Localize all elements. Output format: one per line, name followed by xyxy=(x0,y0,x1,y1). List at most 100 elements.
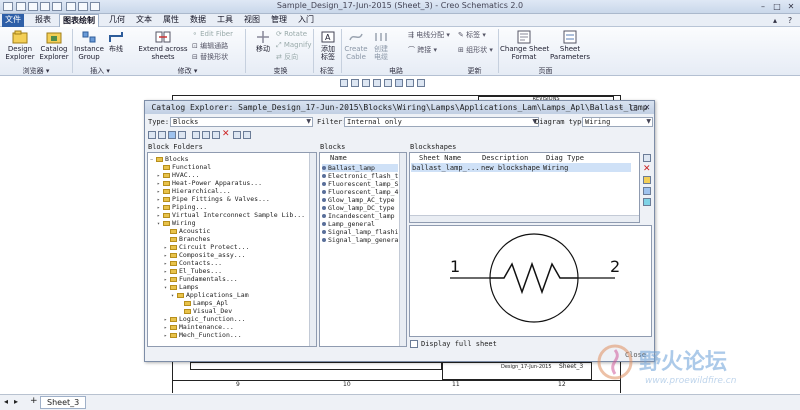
help-icon[interactable]: ? xyxy=(783,15,797,26)
edit-blockshape-icon[interactable] xyxy=(643,187,651,195)
export-icon[interactable] xyxy=(243,131,251,139)
open-blockshape-icon[interactable] xyxy=(643,176,651,184)
new-folder-icon[interactable] xyxy=(148,131,156,139)
close-window-button[interactable]: ✕ xyxy=(784,1,798,12)
maximize-button[interactable]: □ xyxy=(770,1,784,12)
tab-geometry[interactable]: 几何 xyxy=(106,14,128,27)
dialog-minimize-button[interactable]: – xyxy=(614,102,628,113)
block-item[interactable]: Fluorescent_lamp_4 xyxy=(322,188,398,196)
delete-blockshape-icon[interactable]: ✕ xyxy=(643,164,651,174)
sheet-parameters-button[interactable]: Sheet Parameters xyxy=(550,30,590,61)
pan-icon[interactable] xyxy=(406,79,414,87)
block-item[interactable]: Signal_lamp_flashi xyxy=(322,228,398,236)
edit-fiber-button[interactable]: ⚬ Edit Fiber xyxy=(192,30,233,38)
block-item[interactable]: Glow_lamp_AC_type xyxy=(322,196,395,204)
block-item[interactable]: Electronic_flash_t xyxy=(322,172,398,180)
block-item[interactable]: Ballast_lamp xyxy=(322,164,398,172)
block-item[interactable]: Incandescent_lamp xyxy=(322,212,395,220)
rename-icon[interactable] xyxy=(158,131,166,139)
block-item[interactable]: Signal_lamp_genera xyxy=(322,236,398,244)
jump-button[interactable]: ⌒ 跨接 ▾ xyxy=(408,45,437,55)
refit-icon[interactable] xyxy=(362,79,370,87)
tab-text[interactable]: 文本 xyxy=(133,14,155,27)
tab-properties[interactable]: 属性 xyxy=(160,14,182,27)
block-item[interactable]: Lamp_general xyxy=(322,220,375,228)
change-sheet-format-button[interactable]: Change Sheet Format xyxy=(500,30,549,61)
magnify-button[interactable]: ⤢ Magnify xyxy=(276,41,311,50)
blockshape-row[interactable]: ballast_lamp_... new blockshape Wiring xyxy=(411,163,631,172)
dialog-close-button[interactable]: ✕ xyxy=(640,102,654,113)
blockshapes-table[interactable]: Sheet Name Description Diag Type ballast… xyxy=(409,152,640,223)
replace-shape-button[interactable]: ⊟ 替换形状 xyxy=(192,52,228,62)
prev-sheet-button[interactable]: ◂ xyxy=(4,397,8,406)
block-item[interactable]: Fluorescent_lamp_S xyxy=(322,180,398,188)
sheet-tab[interactable]: Sheet_3 xyxy=(40,396,87,409)
rotate-button[interactable]: ⟳ Rotate xyxy=(276,30,307,38)
group-modify-label[interactable]: 修改 ▾ xyxy=(130,66,245,76)
refresh-icon[interactable] xyxy=(178,131,186,139)
folder-label: El_Tubes... xyxy=(179,267,223,275)
folder-item[interactable]: Visual_Dev xyxy=(178,307,232,315)
block-folders-tree[interactable]: − Blocks Functional ▸ HVAC... ▸ Heat-Power App… xyxy=(147,152,317,347)
zoom-window-icon[interactable] xyxy=(384,79,392,87)
folder-item[interactable]: Lamps_Apl xyxy=(178,299,228,307)
tab-tools[interactable]: 工具 xyxy=(214,14,236,27)
filter-select[interactable]: Internal only ▼ xyxy=(344,117,539,127)
paste-icon[interactable] xyxy=(212,131,220,139)
edit-path-button[interactable]: ⊡ 编辑通路 xyxy=(192,41,228,51)
tube-shape-button[interactable]: ⊞ 组形状 ▾ xyxy=(458,45,493,55)
create-conductor-button[interactable]: 创建 电缆 xyxy=(370,30,392,61)
grid-icon[interactable] xyxy=(417,79,425,87)
select-icon[interactable] xyxy=(395,79,403,87)
tab-getting-started[interactable]: 入门 xyxy=(295,14,317,27)
tab-view[interactable]: 视图 xyxy=(241,14,263,27)
folder-item[interactable]: Branches xyxy=(164,235,210,243)
tab-diagram[interactable]: 图表绘制 xyxy=(59,14,99,27)
catalog-explorer-button[interactable]: Catalog Explorer xyxy=(38,30,70,61)
extend-across-sheets-button[interactable]: Extend across sheets xyxy=(136,30,190,61)
block-item[interactable]: Glow_lamp_DC_type xyxy=(322,204,395,212)
folder-item[interactable]: Functional xyxy=(157,163,211,171)
delete-icon[interactable]: ✕ xyxy=(222,129,230,139)
diagram-type-select[interactable]: Wiring ▼ xyxy=(582,117,653,127)
edit-icon[interactable] xyxy=(233,131,241,139)
tab-reports[interactable]: 报表 xyxy=(32,14,54,27)
reverse-button[interactable]: ⇄ 反向 xyxy=(276,52,298,62)
move-button[interactable]: 移动 xyxy=(253,30,273,53)
group-browser-label[interactable]: 浏览器 ▾ xyxy=(0,66,72,76)
tab-file[interactable]: 文件 xyxy=(2,14,24,27)
minimize-button[interactable]: – xyxy=(756,1,770,12)
blocks-list[interactable]: Name Ballast_lamp Electronic_flash_t Fluor… xyxy=(319,152,407,347)
add-sheet-button[interactable]: + xyxy=(30,396,38,406)
type-select[interactable]: Blocks ▼ xyxy=(170,117,313,127)
folder-item[interactable]: Acoustic xyxy=(164,227,210,235)
next-sheet-button[interactable]: ▸ xyxy=(14,397,18,406)
repaint-icon[interactable] xyxy=(373,79,381,87)
wire-distribution-button[interactable]: ⇶ 电线分配 ▾ xyxy=(408,30,450,40)
design-explorer-button[interactable]: Design Explorer xyxy=(2,30,38,61)
folder-icon xyxy=(170,284,177,290)
tab-manage[interactable]: 管理 xyxy=(268,14,290,27)
copy-icon[interactable] xyxy=(202,131,210,139)
display-full-sheet-checkbox[interactable] xyxy=(410,340,418,348)
tab-data[interactable]: 数据 xyxy=(187,14,209,27)
line-button[interactable]: 布线 xyxy=(105,30,127,53)
filter-label: Filter: xyxy=(317,118,347,126)
zoom-out-icon[interactable] xyxy=(351,79,359,87)
folders-scrollbar[interactable] xyxy=(309,153,316,346)
blocks-scrollbar[interactable] xyxy=(399,153,406,346)
collapse-ribbon-icon[interactable]: ▴ xyxy=(768,15,782,26)
group-insert-label[interactable]: 插入 ▾ xyxy=(72,66,128,76)
tag-button[interactable]: ✎ 标签 ▾ xyxy=(458,30,486,40)
properties-icon[interactable] xyxy=(168,131,176,139)
create-cable-button[interactable]: Create Cable xyxy=(343,30,369,61)
instance-group-button[interactable]: Instance Group xyxy=(73,30,105,61)
new-blockshape-icon[interactable] xyxy=(643,154,651,162)
dialog-maximize-button[interactable]: □ xyxy=(627,102,641,113)
blockshapes-hscrollbar[interactable] xyxy=(410,215,639,222)
cut-icon[interactable] xyxy=(192,131,200,139)
link-blockshape-icon[interactable] xyxy=(643,198,651,206)
add-label-button[interactable]: A 添加 标签 xyxy=(316,30,340,61)
zoom-in-icon[interactable] xyxy=(340,79,348,87)
folder-item[interactable]: ▸ Mech_Function... xyxy=(164,331,242,340)
